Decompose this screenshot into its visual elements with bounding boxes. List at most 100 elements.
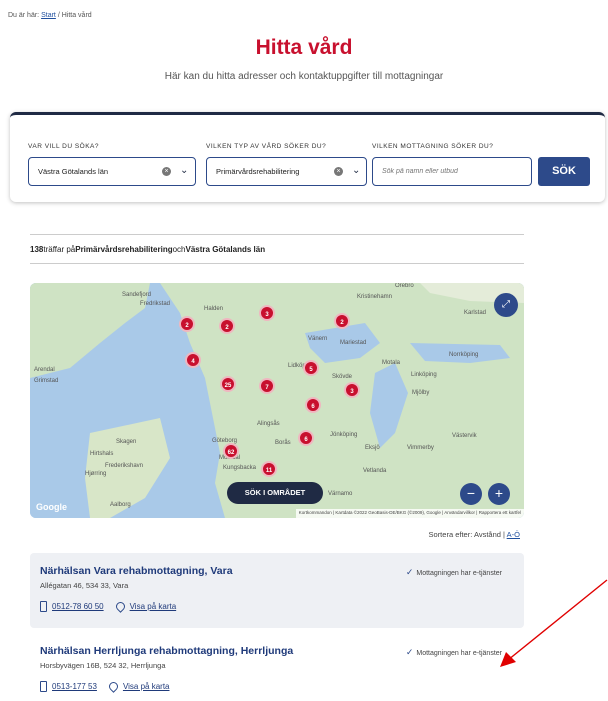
- map-place-label: Vänern: [308, 336, 328, 342]
- map-place-label: Kristinehamn: [357, 294, 393, 300]
- phone-icon: [40, 601, 47, 612]
- map-place-label: Värnamo: [328, 491, 353, 497]
- results-summary: 138 träffar på Primärvårdsrehabilitering…: [30, 234, 524, 264]
- map-place-label: Mjölby: [412, 390, 430, 396]
- sort-separator: |: [503, 530, 505, 539]
- zoom-in-button[interactable]: +: [488, 483, 510, 505]
- map-cluster-marker[interactable]: 7: [259, 378, 275, 394]
- map-cluster-marker[interactable]: 3: [259, 305, 275, 321]
- google-logo: Google: [36, 502, 67, 512]
- chevron-down-icon[interactable]: ⌄: [180, 165, 188, 176]
- map-attribution: Kortkommandon | Kartdata ©2022 GeoBasis-…: [295, 509, 524, 518]
- map-cluster-marker[interactable]: 2: [179, 316, 195, 332]
- page-subtitle: Här kan du hitta adresser och kontaktupp…: [164, 71, 444, 82]
- map-place-label: Sandefjord: [122, 292, 152, 298]
- region-select[interactable]: Västra Götalands län × ⌄: [28, 157, 196, 186]
- map-place-label: Frederikshavn: [105, 463, 144, 469]
- map-pin-icon: [113, 600, 127, 613]
- results-text: träffar på: [43, 244, 76, 254]
- clinic-search-input[interactable]: [372, 157, 532, 186]
- map-place-label: Halden: [204, 306, 224, 312]
- results-region: Västra Götalands län: [185, 244, 266, 254]
- region-value: Västra Götalands län: [38, 167, 109, 176]
- list-item: Närhälsan Herrljunga rehabmottagning, He…: [30, 633, 524, 701]
- check-icon: ✓: [405, 647, 414, 657]
- map-place-label: Motala: [382, 360, 401, 366]
- clinic-address: Allégatan 46, 534 33, Vara: [40, 581, 129, 590]
- phone-link[interactable]: 0512-78 60 50: [52, 602, 104, 611]
- search-button[interactable]: SÖK: [538, 157, 590, 186]
- map-place-label: Västervik: [452, 433, 477, 439]
- map-place-label: Mariestad: [340, 340, 367, 346]
- map-place-label: Alingsås: [257, 421, 280, 427]
- map-place-label: Fredrikstad: [140, 301, 171, 307]
- breadcrumb-prefix: Du är här:: [8, 12, 40, 19]
- map-cluster-marker[interactable]: 4: [185, 352, 201, 368]
- map-place-label: Grimstad: [34, 378, 59, 384]
- show-on-map-link[interactable]: Visa på karta: [123, 682, 170, 691]
- clear-icon[interactable]: ×: [334, 167, 343, 176]
- map-cluster-marker[interactable]: 11: [261, 461, 277, 477]
- map-place-label: Aalborg: [110, 502, 131, 508]
- sort-label: Sortera efter:: [428, 530, 473, 539]
- map-place-label: Vimmerby: [407, 445, 434, 451]
- care-type-label: VILKEN TYP AV VÅRD SÖKER DU?: [206, 143, 327, 150]
- clinic-label: VILKEN MOTTAGNING SÖKER DU?: [372, 143, 494, 150]
- eservice-text: Mottagningen har e-tjänster: [416, 570, 502, 577]
- map-place-label: Örebro: [395, 283, 414, 289]
- list-item: Närhälsan Vara rehabmottagning, Vara All…: [30, 553, 524, 628]
- map-cluster-marker[interactable]: 6: [305, 397, 321, 413]
- map-cluster-marker[interactable]: 2: [334, 313, 350, 329]
- sort-options: Sortera efter: Avstånd | A-Ö: [429, 530, 520, 539]
- map-cluster-marker[interactable]: 5: [303, 360, 319, 376]
- eservice-text: Mottagningen har e-tjänster: [416, 650, 502, 657]
- care-type-select[interactable]: Primärvårdsrehabilitering × ⌄: [206, 157, 367, 186]
- map-place-label: Vetlanda: [363, 468, 387, 474]
- contact-row: 0512-78 60 50 Visa på karta: [40, 600, 514, 613]
- breadcrumb-home-link[interactable]: Start: [41, 12, 56, 19]
- map-place-label: Borås: [275, 440, 291, 446]
- region-label: VAR VILL DU SÖKA?: [28, 143, 99, 150]
- chevron-down-icon[interactable]: ⌄: [352, 165, 360, 176]
- eservice-badge: ✓ Mottagningen har e-tjänster: [406, 567, 502, 578]
- map-cluster-marker[interactable]: 25: [220, 376, 236, 392]
- map-place-label: Hirtshals: [90, 451, 114, 457]
- clear-icon[interactable]: ×: [162, 167, 171, 176]
- page-title: Hitta vård: [255, 36, 353, 59]
- map-place-label: Norrköping: [449, 352, 479, 358]
- search-area-button[interactable]: SÖK I OMRÅDET: [227, 482, 323, 504]
- fullscreen-icon[interactable]: ⤢: [494, 293, 518, 317]
- map-place-label: Hjørring: [85, 471, 107, 477]
- show-on-map-link[interactable]: Visa på karta: [130, 602, 177, 611]
- contact-row: 0513-177 53 Visa på karta: [40, 680, 514, 693]
- map-cluster-marker[interactable]: 2: [219, 318, 235, 334]
- search-panel: VAR VILL DU SÖKA? Västra Götalands län ×…: [10, 112, 605, 202]
- results-count: 138: [30, 244, 44, 254]
- check-icon: ✓: [405, 567, 414, 577]
- map-place-label: Linköping: [411, 372, 437, 378]
- map-place-label: Karlstad: [464, 310, 487, 316]
- breadcrumb-current: Hitta vård: [61, 12, 92, 19]
- map-place-label: Skövde: [332, 374, 353, 380]
- phone-icon: [40, 681, 47, 692]
- map-place-label: Jönköping: [330, 432, 358, 438]
- sort-alpha-link[interactable]: A-Ö: [507, 530, 520, 539]
- results-text: och: [172, 244, 186, 254]
- map[interactable]: Sandefjord Fredrikstad Halden Kristineha…: [30, 283, 524, 518]
- sort-distance[interactable]: Avstånd: [474, 530, 501, 539]
- map-pin-icon: [107, 680, 120, 693]
- map-cluster-marker[interactable]: 3: [344, 382, 360, 398]
- breadcrumb: Du är här: Start / Hitta vård: [8, 12, 92, 19]
- map-cluster-marker[interactable]: 62: [223, 443, 239, 459]
- clinic-address: Horsbyvägen 16B, 524 32, Herrljunga: [40, 661, 166, 670]
- map-place-label: Arendal: [34, 367, 55, 373]
- zoom-out-button[interactable]: −: [460, 483, 482, 505]
- care-type-value: Primärvårdsrehabilitering: [216, 167, 300, 176]
- map-cluster-marker[interactable]: 6: [298, 430, 314, 446]
- map-place-label: Skagen: [116, 439, 137, 445]
- map-place-label: Eksjö: [365, 445, 380, 451]
- map-place-label: Kungsbacka: [223, 465, 257, 471]
- results-care: Primärvårdsrehabilitering: [75, 244, 173, 254]
- phone-link[interactable]: 0513-177 53: [52, 682, 97, 691]
- eservice-badge: ✓ Mottagningen har e-tjänster: [406, 647, 502, 658]
